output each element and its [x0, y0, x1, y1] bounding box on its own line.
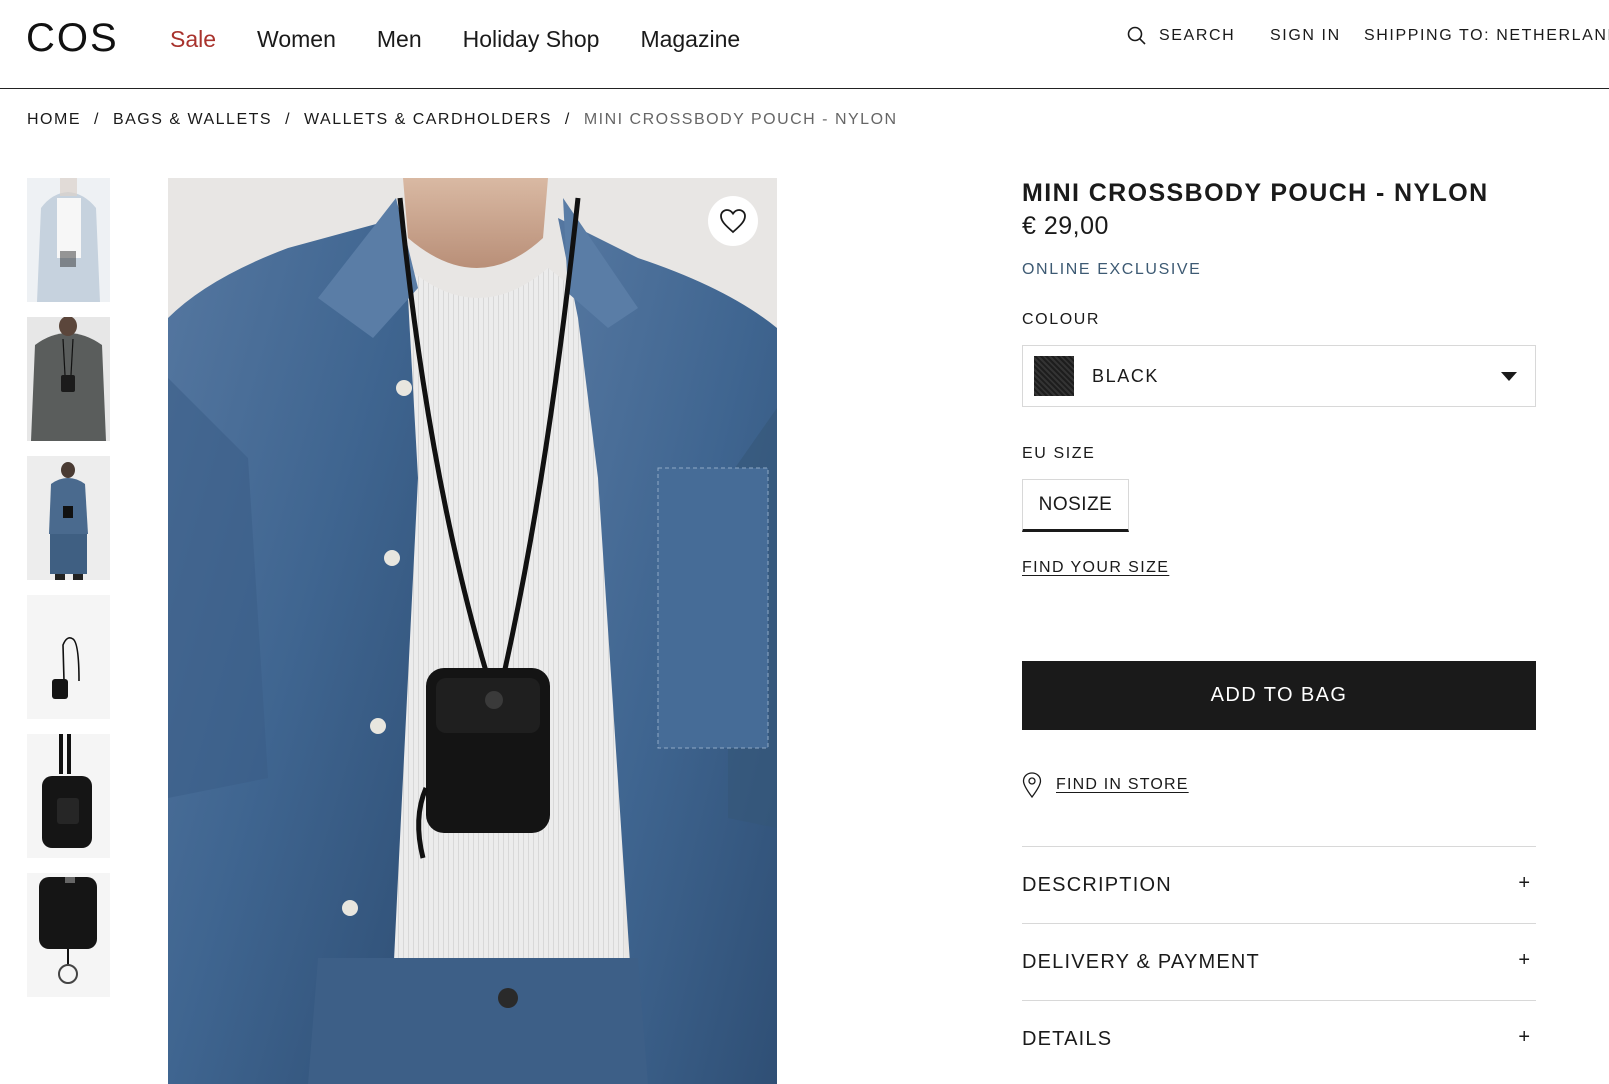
breadcrumb-bags-wallets[interactable]: BAGS & WALLETS — [113, 110, 272, 130]
nav-sale[interactable]: Sale — [170, 24, 216, 54]
colour-label: COLOUR — [1022, 311, 1101, 328]
heart-icon — [720, 209, 746, 234]
accordion-label: DESCRIPTION — [1022, 873, 1172, 896]
thumbnail-gallery — [27, 178, 110, 1012]
thumbnail-6[interactable] — [27, 873, 110, 997]
size-option-nosize[interactable]: NOSIZE — [1022, 479, 1129, 532]
nav-women[interactable]: Women — [257, 24, 336, 54]
accordion-label: DETAILS — [1022, 1027, 1113, 1050]
search-label: SEARCH — [1159, 27, 1236, 44]
find-in-store-label: FIND IN STORE — [1056, 776, 1189, 793]
thumbnail-3[interactable] — [27, 456, 110, 580]
search-button[interactable]: SEARCH — [1127, 26, 1235, 46]
online-exclusive-badge: ONLINE EXCLUSIVE — [1022, 261, 1202, 278]
find-in-store-link[interactable]: FIND IN STORE — [1022, 772, 1189, 798]
sign-in-link[interactable]: SIGN IN — [1270, 26, 1341, 46]
plus-icon: + — [1518, 871, 1530, 894]
thumbnail-1[interactable] — [27, 178, 110, 302]
accordion-description[interactable]: DESCRIPTION + — [1022, 846, 1536, 923]
breadcrumb-separator: / — [285, 111, 292, 128]
accordion-label: DELIVERY & PAYMENT — [1022, 950, 1260, 973]
breadcrumb-current: MINI CROSSBODY POUCH - NYLON — [583, 111, 898, 128]
main-nav: Sale Women Men Holiday Shop Magazine — [170, 24, 781, 54]
colour-swatch — [1034, 356, 1074, 396]
product-title: MINI CROSSBODY POUCH - NYLON — [1022, 179, 1489, 207]
product-main-image[interactable] — [168, 178, 777, 1084]
find-your-size-link[interactable]: FIND YOUR SIZE — [1022, 558, 1169, 578]
thumbnail-5[interactable] — [27, 734, 110, 858]
size-label: EU SIZE — [1022, 445, 1096, 462]
chevron-down-icon — [1501, 372, 1517, 381]
accordion-delivery-payment[interactable]: DELIVERY & PAYMENT + — [1022, 923, 1536, 1000]
accordion-details[interactable]: DETAILS + — [1022, 1000, 1536, 1077]
product-accordion: DESCRIPTION + DELIVERY & PAYMENT + DETAI… — [1022, 846, 1536, 1077]
thumbnail-2[interactable] — [27, 317, 110, 441]
colour-dropdown[interactable]: BLACK — [1022, 345, 1536, 407]
site-header: COS Sale Women Men Holiday Shop Magazine… — [0, 0, 1609, 89]
thumbnail-4[interactable] — [27, 595, 110, 719]
search-icon — [1127, 26, 1146, 45]
breadcrumb-home[interactable]: HOME — [27, 110, 81, 130]
breadcrumb-wallets-cardholders[interactable]: WALLETS & CARDHOLDERS — [304, 110, 552, 130]
add-to-bag-button[interactable]: ADD TO BAG — [1022, 661, 1536, 730]
product-info-panel: MINI CROSSBODY POUCH - NYLON € 29,00 ONL… — [1022, 178, 1536, 578]
plus-icon: + — [1518, 1025, 1530, 1048]
wishlist-button[interactable] — [708, 196, 758, 246]
product-price: € 29,00 — [1022, 212, 1109, 240]
nav-men[interactable]: Men — [377, 24, 422, 54]
location-pin-icon — [1022, 772, 1042, 798]
colour-selected-value: BLACK — [1092, 365, 1160, 386]
breadcrumb: HOME / BAGS & WALLETS / WALLETS & CARDHO… — [27, 110, 898, 130]
nav-holiday-shop[interactable]: Holiday Shop — [463, 24, 600, 54]
breadcrumb-separator: / — [564, 111, 571, 128]
brand-logo[interactable]: COS — [26, 16, 119, 60]
nav-magazine[interactable]: Magazine — [640, 24, 740, 54]
shipping-country-selector[interactable]: SHIPPING TO: NETHERLANDS — [1364, 26, 1609, 46]
plus-icon: + — [1518, 948, 1530, 971]
breadcrumb-separator: / — [94, 111, 100, 128]
